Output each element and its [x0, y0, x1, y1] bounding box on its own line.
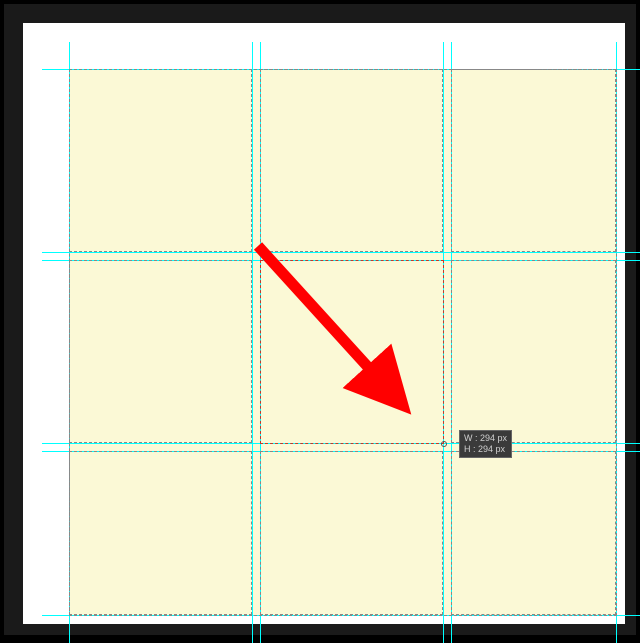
canvas-background[interactable]: W : 294 px H : 294 px	[23, 23, 625, 624]
selection-cell	[69, 451, 252, 615]
selection-marquee-active[interactable]	[260, 260, 444, 444]
selection-cell	[260, 69, 443, 252]
selection-cell	[69, 260, 252, 443]
selection-cell	[451, 69, 616, 252]
canvas-frame: W : 294 px H : 294 px	[4, 4, 636, 635]
selection-cell	[69, 69, 252, 252]
selection-cell	[260, 451, 443, 615]
tooltip-height: H : 294 px	[464, 444, 507, 455]
tooltip-width: W : 294 px	[464, 433, 507, 444]
dimensions-tooltip: W : 294 px H : 294 px	[459, 430, 512, 458]
selection-cell	[451, 260, 616, 443]
crosshair-cursor	[441, 441, 447, 447]
selection-cell	[451, 451, 616, 615]
